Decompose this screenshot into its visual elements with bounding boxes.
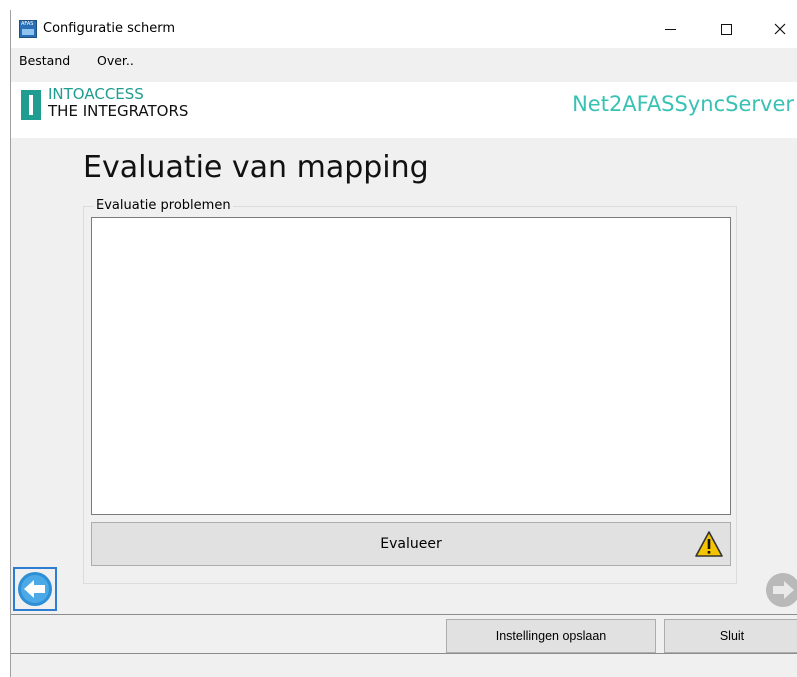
next-button[interactable] (763, 570, 797, 610)
menu-over[interactable]: Over.. (97, 53, 134, 68)
page-title: Evaluatie van mapping (83, 150, 429, 185)
minimize-button[interactable] (647, 10, 693, 48)
header-banner: INTOACCESS THE INTEGRATORS Net2AFASSyncS… (11, 82, 797, 138)
evaluation-group: Evaluatie problemen Evalueer (83, 198, 737, 584)
title-bar: AFAS Configuratie scherm (11, 10, 797, 48)
menu-bar: Bestand Over.. (11, 48, 797, 72)
evaluation-results-textarea[interactable] (91, 217, 731, 515)
product-name: Net2AFASSyncServer (572, 92, 794, 116)
app-icon-text: AFAS (21, 21, 34, 27)
afas-app-icon: AFAS (19, 20, 37, 38)
evaluate-button-label: Evalueer (380, 536, 442, 552)
minimize-icon (664, 28, 676, 30)
logo-text-company: INTOACCESS (48, 85, 144, 103)
menu-bestand[interactable]: Bestand (19, 53, 70, 68)
close-window-button[interactable] (757, 10, 797, 48)
warning-icon (695, 531, 723, 557)
window-title: Configuratie scherm (43, 21, 176, 36)
intoaccess-logo-icon (21, 90, 41, 120)
maximize-icon (720, 23, 732, 35)
evaluate-button[interactable]: Evalueer (91, 522, 731, 566)
logo-text-tagline: THE INTEGRATORS (48, 102, 189, 120)
close-icon (774, 23, 786, 35)
close-button[interactable]: Sluit (664, 619, 797, 653)
configuration-window: AFAS Configuratie scherm Bestand Over.. … (10, 10, 797, 677)
save-settings-button[interactable]: Instellingen opslaan (446, 619, 656, 653)
group-label: Evaluatie problemen (94, 198, 233, 213)
bottom-bar: Instellingen opslaan Sluit (11, 614, 797, 654)
maximize-button[interactable] (703, 10, 749, 48)
arrow-right-icon (766, 573, 797, 607)
back-button[interactable] (13, 567, 57, 611)
arrow-left-icon (18, 572, 52, 606)
